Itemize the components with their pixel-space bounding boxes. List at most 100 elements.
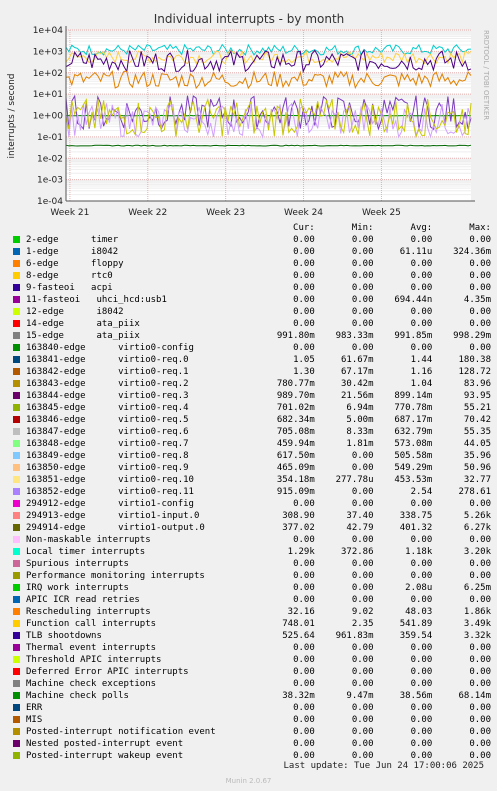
legend-label: Spurious interrupts (26, 559, 129, 569)
header-max: Max: (469, 223, 491, 233)
legend-rows: 2-edge timer 0.00 0.00 0.00 0.00 1-edge i8042… (13, 234, 491, 762)
legend-label: 294914-edge virtio1-output.0 (26, 523, 205, 533)
legend-cur: 0.00 (293, 319, 315, 329)
y-tick-label: 1e+00 (33, 112, 64, 122)
legend-row: Thermal event interrupts 0.00 0.00 0.00 0.00 (13, 642, 491, 654)
legend-cur: 0.00 (293, 499, 315, 509)
legend-label: 163846-edge virtio0-req.5 (26, 415, 189, 425)
legend-avg: 991.85m (394, 331, 433, 341)
legend-swatch (13, 716, 20, 723)
legend-min: 42.79 (346, 523, 374, 533)
legend-label: TLB shootdowns (26, 631, 102, 641)
legend-cur: 0.00 (293, 727, 315, 737)
legend-max: 3.32k (463, 631, 492, 641)
legend-row: 6-edge floppy 0.00 0.00 0.00 0.00 (13, 258, 491, 270)
legend-swatch (13, 560, 20, 567)
legend-max: 55.35 (463, 427, 492, 437)
legend-max: 180.38 (458, 355, 492, 365)
legend-row: Deferred Error APIC interrupts 0.00 0.00 0.… (13, 666, 491, 678)
legend-avg: 0.00 (410, 271, 433, 281)
legend-max: 324.36m (453, 247, 492, 257)
legend-label: Rescheduling interrupts (26, 607, 151, 617)
legend-swatch (13, 296, 20, 303)
legend-cur: 0.00 (293, 583, 315, 593)
legend-row: 9-fasteoi acpi 0.00 0.00 0.00 0.00 (13, 282, 491, 294)
legend-row: 15-edge ata_piix 991.80m 983.33m 991.85m 998… (13, 330, 491, 342)
legend-row: 294913-edge virtio1-input.0 308.90 37.40 33… (13, 510, 491, 522)
legend-swatch (13, 680, 20, 687)
legend-label: 163850-edge virtio0-req.9 (26, 463, 189, 473)
legend-swatch (13, 428, 20, 435)
legend-swatch (13, 752, 20, 759)
legend-label: IRQ work interrupts (26, 583, 129, 593)
legend-cur: 0.00 (293, 247, 315, 257)
legend-min: 61.67m (341, 355, 374, 365)
legend-max: 0.00 (469, 715, 492, 725)
legend-avg: 0.00 (410, 307, 433, 317)
y-tick-label: 1e+01 (33, 90, 63, 100)
legend-avg: 0.00 (410, 283, 433, 293)
legend-label: 163843-edge virtio0-req.2 (26, 379, 189, 389)
legend-avg: 0.00 (410, 535, 433, 545)
legend-min: 0.00 (351, 655, 374, 665)
legend-label: APIC ICR read retries (26, 595, 140, 605)
legend-row: 163850-edge virtio0-req.9 465.09m 0.00 549.… (13, 462, 491, 474)
y-tick-label: 1e-03 (37, 176, 63, 186)
legend-avg: 48.03 (405, 607, 433, 617)
legend-cur: 0.00 (293, 655, 315, 665)
legend-max: 0.00 (469, 235, 492, 245)
legend-swatch (13, 620, 20, 627)
legend-label: 294913-edge virtio1-input.0 (26, 511, 200, 521)
legend-max: 0.00 (469, 643, 492, 653)
legend-cur: 0.00 (293, 307, 315, 317)
legend-avg: 0.00 (410, 343, 433, 353)
legend-swatch (13, 644, 20, 651)
legend-avg: 549.29m (394, 463, 433, 473)
legend-swatch (13, 452, 20, 459)
legend-min: 0.00 (351, 535, 374, 545)
x-tick-label: Week 22 (128, 208, 167, 215)
legend-avg: 687.17m (394, 415, 433, 425)
legend-swatch (13, 572, 20, 579)
legend-swatch (13, 704, 20, 711)
legend-max: 128.72 (458, 367, 492, 377)
legend-label: 163841-edge virtio0-req.0 (26, 355, 189, 365)
legend-cur: 465.09m (276, 463, 315, 473)
legend-max: 0.00 (469, 679, 492, 689)
legend-avg: 0.00 (410, 559, 433, 569)
legend-cur: 0.00 (293, 295, 315, 305)
legend-cur: 38.32m (282, 691, 315, 701)
legend-min: 6.94m (346, 403, 374, 413)
legend-min: 0.00 (351, 235, 374, 245)
legend-cur: 0.00 (293, 595, 315, 605)
legend-min: 0.00 (351, 643, 374, 653)
legend-avg: 38.56m (399, 691, 433, 701)
legend-row: 163851-edge virtio0-req.10 354.18m 277.78u… (13, 474, 491, 486)
legend-max: 278.61 (458, 487, 492, 497)
legend-max: 0.00 (469, 307, 492, 317)
legend-min: 0.00 (351, 667, 374, 677)
legend-avg: 61.11u (399, 247, 433, 257)
legend-swatch (13, 500, 20, 507)
legend-row: 163852-edge virtio0-req.11 915.09m 0.00 2.5… (13, 486, 491, 498)
legend-min: 0.00 (351, 559, 374, 569)
legend-avg: 0.00 (410, 727, 433, 737)
legend-swatch (13, 260, 20, 267)
legend-cur: 0.00 (293, 739, 315, 749)
legend-avg: 0.00 (410, 571, 433, 581)
legend-max: 0.00 (469, 271, 492, 281)
legend-max: 0.00 (469, 655, 492, 665)
legend-cur: 617.50m (276, 451, 315, 461)
legend-swatch (13, 344, 20, 351)
legend-min: 5.00m (346, 415, 374, 425)
legend-row: ERR 0.00 0.00 0.00 0.00 (13, 702, 491, 714)
legend-min: 0.00 (351, 307, 374, 317)
legend-cur: 682.34m (276, 415, 315, 425)
legend-swatch (13, 608, 20, 615)
legend-swatch (13, 440, 20, 447)
legend-cur: 32.16 (287, 607, 315, 617)
legend-swatch (13, 308, 20, 315)
y-tick-label: 1e-04 (37, 197, 63, 207)
legend-label: ERR (26, 703, 43, 713)
legend-min: 37.40 (346, 511, 374, 521)
